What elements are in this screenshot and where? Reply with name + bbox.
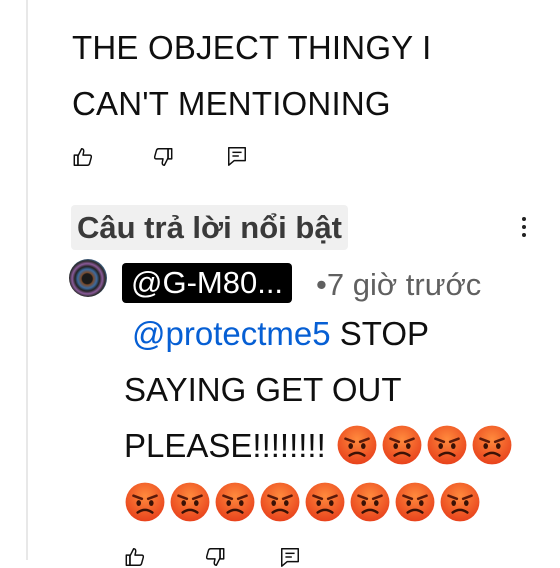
thread-line [26, 0, 28, 560]
angry-face-emoji [305, 482, 345, 522]
angry-face-emoji [215, 482, 255, 522]
angry-face-emoji [260, 482, 300, 522]
reply-line-1: @protectme5 STOP [124, 306, 544, 362]
emoji-row-1 [336, 424, 513, 466]
reply-author[interactable]: @G-M80... [122, 263, 293, 303]
comment-text: THE OBJECT THINGY I CAN'T MENTIONING [72, 20, 542, 132]
reply-icon[interactable] [226, 145, 248, 167]
emoji-row-2 [124, 481, 481, 523]
reply-timestamp[interactable]: •7 giờ trước [316, 266, 481, 304]
reply-line-2: SAYING GET OUT [124, 371, 402, 408]
angry-face-emoji [440, 482, 480, 522]
thumbs-up-icon[interactable] [124, 546, 146, 568]
avatar[interactable] [69, 259, 107, 297]
reply-icon[interactable] [279, 546, 301, 568]
reply-text-1: STOP [339, 315, 430, 352]
angry-face-emoji [395, 482, 435, 522]
highlighted-reply-label: Câu trả lời nổi bật [71, 205, 348, 250]
angry-face-emoji [472, 425, 512, 465]
more-vertical-icon[interactable] [514, 212, 534, 242]
thumbs-down-icon[interactable] [152, 146, 174, 168]
angry-face-emoji [350, 482, 390, 522]
angry-face-emoji [170, 482, 210, 522]
angry-face-emoji [382, 425, 422, 465]
comment-line-2: CAN'T MENTIONING [72, 85, 391, 122]
angry-face-emoji [125, 482, 165, 522]
angry-face-emoji [427, 425, 467, 465]
angry-face-emoji [337, 425, 377, 465]
comment-line-1: THE OBJECT THINGY I [72, 29, 432, 66]
thumbs-down-icon[interactable] [204, 546, 226, 568]
mention-link[interactable]: @protectme5 [132, 315, 331, 352]
thumbs-up-icon[interactable] [72, 146, 94, 168]
